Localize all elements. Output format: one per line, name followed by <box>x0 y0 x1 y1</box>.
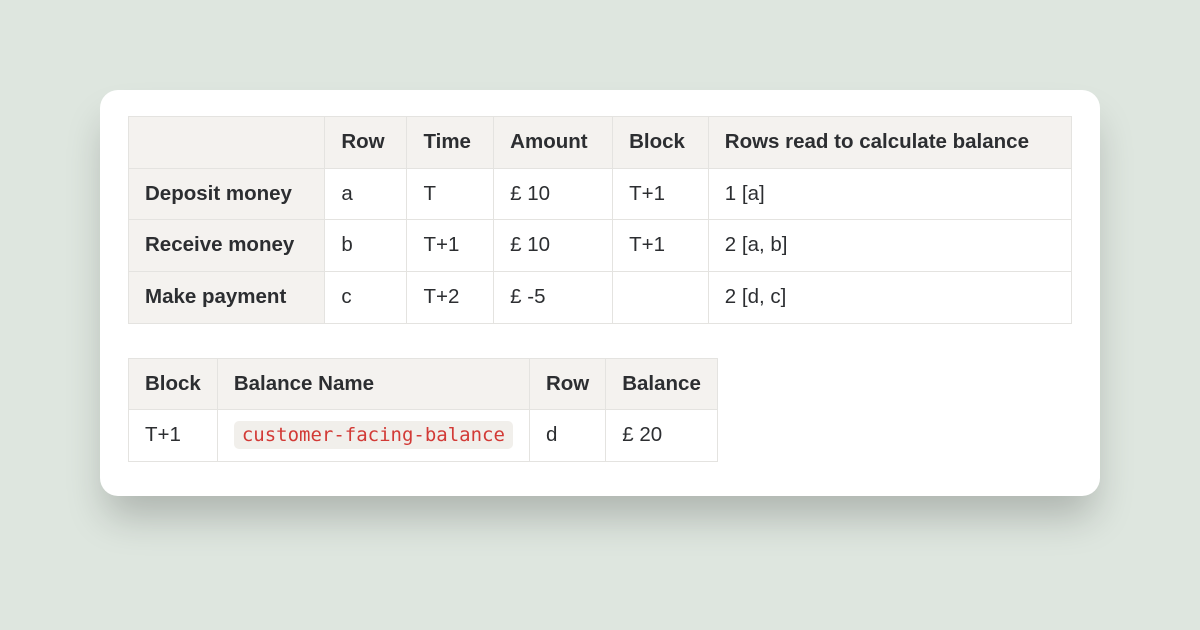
col-balance: Balance <box>606 358 718 410</box>
cell-block: T+1 <box>129 410 218 462</box>
cell-amount: £ 10 <box>494 220 613 272</box>
cell-amount: £ 10 <box>494 168 613 220</box>
cell-reads: 1 [a] <box>708 168 1071 220</box>
cell-amount: £ -5 <box>494 271 613 323</box>
cell-row: d <box>529 410 605 462</box>
table-row: Receive money b T+1 £ 10 T+1 2 [a, b] <box>129 220 1072 272</box>
cell-block: T+1 <box>613 220 709 272</box>
table-row: Deposit money a T £ 10 T+1 1 [a] <box>129 168 1072 220</box>
row-label: Receive money <box>129 220 325 272</box>
cell-balance-name: customer-facing-balance <box>217 410 529 462</box>
row-label: Deposit money <box>129 168 325 220</box>
col-time: Time <box>407 117 494 169</box>
balance-name-code: customer-facing-balance <box>234 421 513 449</box>
col-amount: Amount <box>494 117 613 169</box>
cell-block: T+1 <box>613 168 709 220</box>
table-header-row: Block Balance Name Row Balance <box>129 358 718 410</box>
cell-block <box>613 271 709 323</box>
row-label: Make payment <box>129 271 325 323</box>
cell-time: T+1 <box>407 220 494 272</box>
cell-reads: 2 [a, b] <box>708 220 1071 272</box>
col-row: Row <box>529 358 605 410</box>
card: Row Time Amount Block Rows read to calcu… <box>100 90 1100 496</box>
col-row: Row <box>325 117 407 169</box>
table-header-row: Row Time Amount Block Rows read to calcu… <box>129 117 1072 169</box>
balances-table: Block Balance Name Row Balance T+1 custo… <box>128 358 718 462</box>
col-balance-name: Balance Name <box>217 358 529 410</box>
table-row: T+1 customer-facing-balance d £ 20 <box>129 410 718 462</box>
table-row: Make payment c T+2 £ -5 2 [d, c] <box>129 271 1072 323</box>
cell-reads: 2 [d, c] <box>708 271 1071 323</box>
cell-time: T <box>407 168 494 220</box>
spacer <box>128 324 1072 358</box>
cell-row: a <box>325 168 407 220</box>
col-reads: Rows read to calculate balance <box>708 117 1071 169</box>
cell-row: b <box>325 220 407 272</box>
col-block: Block <box>129 358 218 410</box>
cell-balance: £ 20 <box>606 410 718 462</box>
cell-row: c <box>325 271 407 323</box>
transactions-table: Row Time Amount Block Rows read to calcu… <box>128 116 1072 324</box>
cell-time: T+2 <box>407 271 494 323</box>
col-block: Block <box>613 117 709 169</box>
col-spacer <box>129 117 325 169</box>
